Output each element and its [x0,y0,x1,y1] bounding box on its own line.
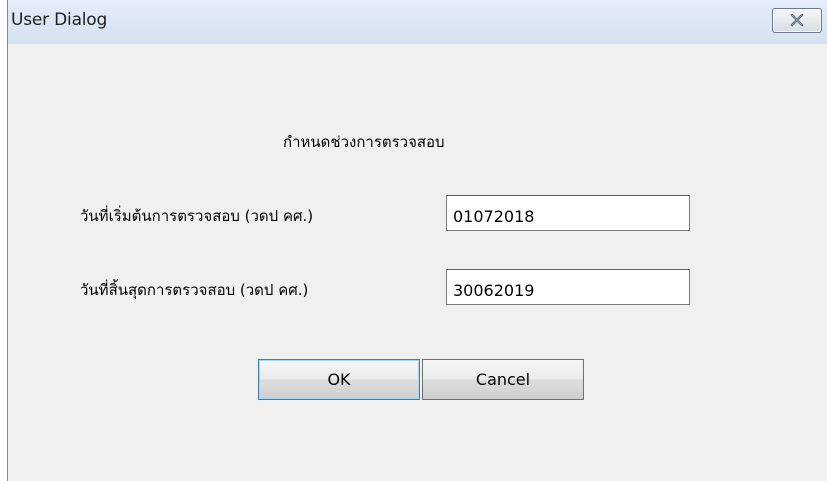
window-title: User Dialog [11,10,108,30]
title-bar[interactable]: User Dialog [8,0,827,44]
dialog-heading: กำหนดช่วงการตรวจสอบ [283,133,445,151]
user-dialog: User Dialog กำหนดช่วงการตรวจสอบ วันที่เร… [7,0,827,481]
start-date-input[interactable] [446,195,690,231]
end-date-input[interactable] [446,269,690,305]
end-date-label: วันที่สิ้นสุดการตรวจสอบ (วดป คศ.) [80,281,309,299]
close-button[interactable] [772,8,822,33]
close-icon [790,14,804,27]
cancel-button[interactable]: Cancel [422,359,584,400]
ok-button[interactable]: OK [258,359,420,400]
start-date-label: วันที่เริ่มต้นการตรวจสอบ (วดป คศ.) [80,207,314,225]
